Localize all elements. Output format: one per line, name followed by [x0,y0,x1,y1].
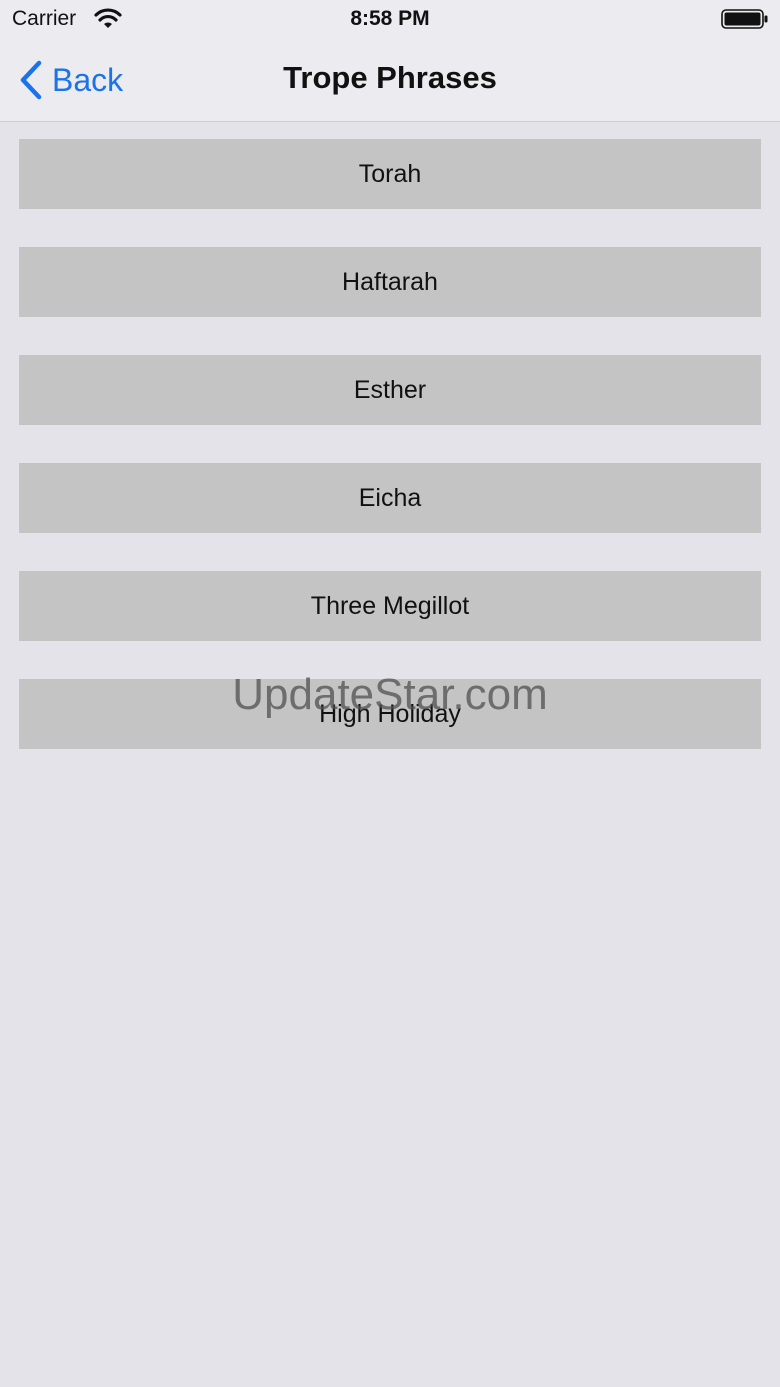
status-time: 8:58 PM [350,7,430,30]
list-item-three-megillot[interactable]: Three Megillot [19,571,761,641]
navigation-bar: Back Trope Phrases [0,40,780,122]
list-item-torah[interactable]: Torah [19,139,761,209]
battery-full-icon [721,9,768,29]
list-item-eicha[interactable]: Eicha [19,463,761,533]
list-item-haftarah[interactable]: Haftarah [19,247,761,317]
status-bar: Carrier 8:58 PM [0,0,780,40]
page-title: Trope Phrases [283,60,497,95]
list-item-esther[interactable]: Esther [19,355,761,425]
trope-list: Torah Haftarah Esther Eicha Three Megill… [19,139,761,787]
list-item-high-holiday[interactable]: High Holiday [19,679,761,749]
